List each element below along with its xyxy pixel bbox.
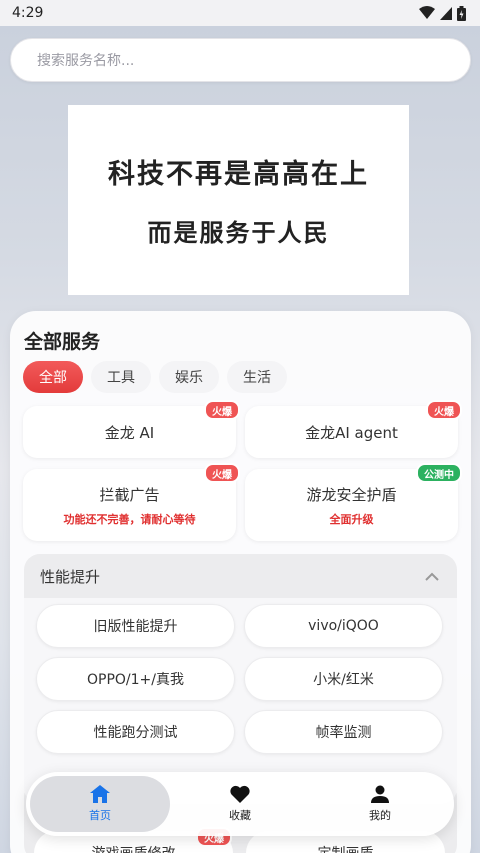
hot-badge: 火爆 [204, 463, 240, 483]
search-input[interactable]: 搜索服务名称... [10, 38, 471, 82]
section-title: 全部服务 [24, 331, 101, 353]
item-label: 定制画质 [318, 843, 374, 853]
battery-icon [457, 5, 466, 21]
status-icons [419, 5, 466, 21]
status-time: 4:29 [12, 5, 44, 21]
group-item[interactable]: vivo/iQOO [244, 604, 443, 648]
hot-badge: 火爆 [204, 400, 240, 420]
card-title: 金龙AI agent [305, 423, 398, 442]
home-icon [90, 785, 110, 803]
beta-badge: 公测中 [416, 463, 462, 483]
group-item[interactable]: 旧版性能提升 [36, 604, 235, 648]
group-item[interactable]: 小米/红米 [244, 657, 443, 701]
nav-favorites[interactable]: 收藏 [180, 772, 300, 836]
group-title: 性能提升 [40, 567, 101, 586]
category-tabs: 全部 工具 娱乐 生活 [23, 361, 287, 393]
person-icon [371, 785, 389, 803]
tab-all[interactable]: 全部 [23, 361, 83, 393]
search-placeholder: 搜索服务名称... [37, 53, 135, 69]
card-title: 拦截广告 [99, 485, 160, 504]
group-header[interactable]: 性能提升 [24, 554, 457, 598]
nav-home[interactable]: 首页 [40, 772, 160, 836]
card-subtitle: 功能还不完善，请耐心等待 [63, 512, 196, 526]
nav-label: 首页 [89, 809, 111, 822]
wifi-icon [419, 6, 435, 19]
chevron-up-icon[interactable] [425, 572, 439, 581]
signal-icon [440, 6, 452, 20]
tab-entertainment[interactable]: 娱乐 [159, 361, 219, 393]
nav-label: 我的 [369, 809, 391, 822]
banner-line-1: 科技不再是高高在上 [108, 159, 369, 190]
service-card-ad-block[interactable]: 拦截广告 功能还不完善，请耐心等待 火爆 [23, 463, 240, 541]
tab-tools[interactable]: 工具 [91, 361, 151, 393]
bottom-nav: 首页 收藏 我的 [26, 772, 454, 836]
group-item[interactable]: OPPO/1+/真我 [36, 657, 235, 701]
banner-line-2: 而是服务于人民 [147, 219, 330, 247]
performance-group: 性能提升 旧版性能提升 vivo/iQOO OPPO/1+/真我 小米/红米 性… [24, 554, 457, 804]
item-label: 游戏画质修改 [92, 843, 176, 853]
nav-profile[interactable]: 我的 [320, 772, 440, 836]
service-card-jinlong-ai[interactable]: 金龙 AI 火爆 [23, 400, 240, 458]
card-title: 金龙 AI [104, 423, 155, 442]
heart-icon [230, 785, 250, 803]
hot-badge: 火爆 [426, 400, 462, 420]
group-item[interactable]: 帧率监测 [244, 710, 443, 754]
service-card-jinlong-agent[interactable]: 金龙AI agent 火爆 [245, 400, 462, 458]
group-item[interactable]: 性能跑分测试 [36, 710, 235, 754]
service-card-security-shield[interactable]: 游龙安全护盾 全面升级 公测中 [245, 463, 462, 541]
card-subtitle: 全面升级 [329, 512, 374, 526]
status-bar: 4:29 [0, 0, 480, 26]
tab-life[interactable]: 生活 [227, 361, 287, 393]
nav-label: 收藏 [229, 809, 251, 822]
banner[interactable]: 科技不再是高高在上 而是服务于人民 [68, 105, 409, 295]
card-title: 游龙安全护盾 [306, 485, 397, 504]
